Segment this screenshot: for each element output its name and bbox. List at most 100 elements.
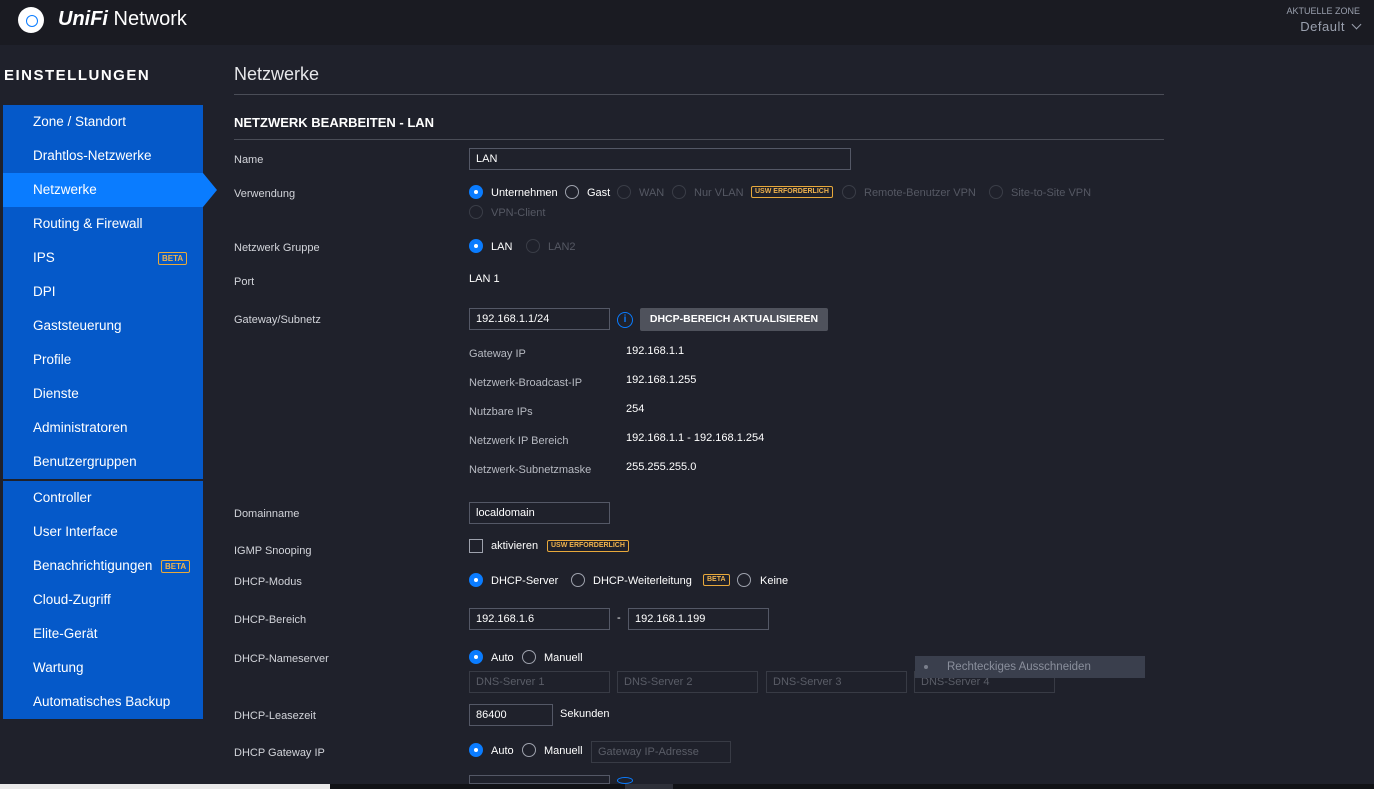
sidebar-item-label: IPS [33,250,55,265]
detail-label: Netzwerk-Broadcast-IP [469,377,583,389]
dns-server-2-input[interactable]: DNS-Server 2 [617,671,758,693]
sidebar-item-networks[interactable]: Netzwerke [3,173,217,207]
dhcp-mode-radio-server[interactable] [469,573,483,587]
domain-name-label: Domainname [234,508,300,520]
network-group-label: Netzwerk Gruppe [234,242,320,254]
usage-radio-site-vpn[interactable] [989,185,1003,199]
sidebar-item-auto-backup[interactable]: Automatisches Backup [3,685,203,719]
dhcp-gateway-radio-manual[interactable] [522,743,536,757]
info-icon[interactable]: i [617,312,633,328]
dns-server-3-input[interactable]: DNS-Server 3 [766,671,907,693]
usage-radio-wan[interactable] [617,185,631,199]
sidebar-item-label: Controller [33,490,92,505]
usage-radio-vlan-only[interactable] [672,185,686,199]
lease-time-label: DHCP-Leasezeit [234,710,316,722]
sidebar-item-label: Cloud-Zugriff [33,592,111,607]
dhcp-mode-option-label: DHCP-Server [491,575,559,587]
port-value: LAN 1 [469,273,500,285]
sidebar-item-profiles[interactable]: Profile [3,343,203,377]
cropped-field[interactable] [469,775,610,784]
dhcp-mode-radio-none[interactable] [737,573,751,587]
sidebar-item-label: Drahtlos-Netzwerke [33,148,152,163]
dhcp-range-start-input[interactable]: 192.168.1.6 [469,608,610,630]
sidebar-item-maintenance[interactable]: Wartung [3,651,203,685]
sidebar-item-label: Elite-Gerät [33,626,98,641]
unifi-logo-icon[interactable] [18,7,44,33]
sidebar-item-dpi[interactable]: DPI [3,275,203,309]
dhcp-range-label: DHCP-Bereich [234,614,307,626]
group-radio-lan[interactable] [469,239,483,253]
page-title: Netzwerke [234,64,320,84]
brand-prefix: UniFi [58,8,108,30]
sidebar-item-label: Administratoren [33,420,128,435]
usage-option-label: Gast [587,187,611,199]
usage-radio-corporate[interactable] [469,185,483,199]
beta-badge: BETA [703,574,730,586]
sidebar-item-routing-firewall[interactable]: Routing & Firewall [3,207,203,241]
sidebar-item-services[interactable]: Dienste [3,377,203,411]
usage-radio-remote-vpn[interactable] [842,185,856,199]
nameserver-radio-manual[interactable] [522,650,536,664]
sidebar-item-guest-control[interactable]: Gaststeuerung [3,309,203,343]
dhcp-gateway-radio-auto[interactable] [469,743,483,757]
sidebar-item-label: Netzwerke [33,182,97,197]
dhcp-mode-radio-relay[interactable] [571,573,585,587]
gateway-subnet-input[interactable]: 192.168.1.1/24 [469,308,610,330]
dhcp-mode-option-label: DHCP-Weiterleitung [593,575,692,587]
dhcp-gateway-option-label: Manuell [544,745,583,757]
igmp-checkbox[interactable] [469,539,483,553]
usage-option-label: VPN-Client [491,207,546,219]
current-zone-label: AKTUELLE ZONE [1286,6,1360,16]
sidebar-item-wireless[interactable]: Drahtlos-Netzwerke [3,139,203,173]
sidebar-item-zone[interactable]: Zone / Standort [3,105,203,139]
divider [234,139,1164,140]
sidebar-item-cloud-access[interactable]: Cloud-Zugriff [3,583,203,617]
sidebar-item-label: Gaststeuerung [33,318,122,333]
sidebar-item-label: Routing & Firewall [33,216,143,231]
sidebar-item-notifications[interactable]: Benachrichtigungen BETA [3,549,203,583]
group-option-label: LAN2 [548,241,576,253]
dhcp-nameserver-label: DHCP-Nameserver [234,653,329,665]
sidebar-item-user-interface[interactable]: User Interface [3,515,203,549]
lease-time-input[interactable]: 86400 [469,704,553,726]
sidebar-item-admins[interactable]: Administratoren [3,411,203,445]
detail-value: 255.255.255.0 [626,461,697,473]
domain-name-input[interactable]: localdomain [469,502,610,524]
usage-option-label: WAN [639,187,665,199]
group-option-label: LAN [491,241,513,253]
nameserver-option-label: Manuell [544,652,583,664]
dhcp-range-end-input[interactable]: 192.168.1.199 [628,608,769,630]
snip-overlay[interactable]: Rechteckiges Ausschneiden [915,656,1145,678]
update-dhcp-range-button[interactable]: DHCP-BEREICH AKTUALISIEREN [640,308,828,331]
nameserver-radio-auto[interactable] [469,650,483,664]
sidebar-item-ips[interactable]: IPS BETA [3,241,203,275]
beta-badge: BETA [158,252,188,265]
usage-radio-vpn-client[interactable] [469,205,483,219]
sidebar-item-label: Zone / Standort [33,114,127,129]
dhcp-gateway-option-label: Auto [491,745,514,757]
taskbar-edge [0,784,330,789]
sidebar-controller-group: Controller User Interface Benachrichtigu… [3,481,203,719]
dns-server-1-input[interactable]: DNS-Server 1 [469,671,610,693]
usage-option-label: Unternehmen [491,187,558,199]
gateway-ip-input[interactable]: Gateway IP-Adresse [591,741,731,763]
sidebar-item-label: DPI [33,284,56,299]
name-input[interactable]: LAN [469,148,851,170]
usage-option-label: Remote-Benutzer VPN [864,187,976,199]
brand-suffix: Network [108,8,187,30]
zone-selector[interactable]: Default [1300,19,1362,34]
info-icon[interactable] [617,777,633,784]
usw-required-badge: USW ERFORDERLICH [547,540,629,552]
group-radio-lan2[interactable] [526,239,540,253]
port-label: Port [234,276,255,288]
detail-label: Netzwerk-Subnetzmaske [469,464,592,476]
sidebar-item-elite-device[interactable]: Elite-Gerät [3,617,203,651]
nameserver-option-label: Auto [491,652,514,664]
dhcp-gateway-label: DHCP Gateway IP [234,747,325,759]
taskbar-edge [330,784,1374,789]
usage-radio-guest[interactable] [565,185,579,199]
sidebar-item-controller[interactable]: Controller [3,481,203,515]
sidebar-item-user-groups[interactable]: Benutzergruppen [3,445,203,479]
usage-option-label: Nur VLAN [694,187,744,199]
range-separator: - [617,612,621,624]
